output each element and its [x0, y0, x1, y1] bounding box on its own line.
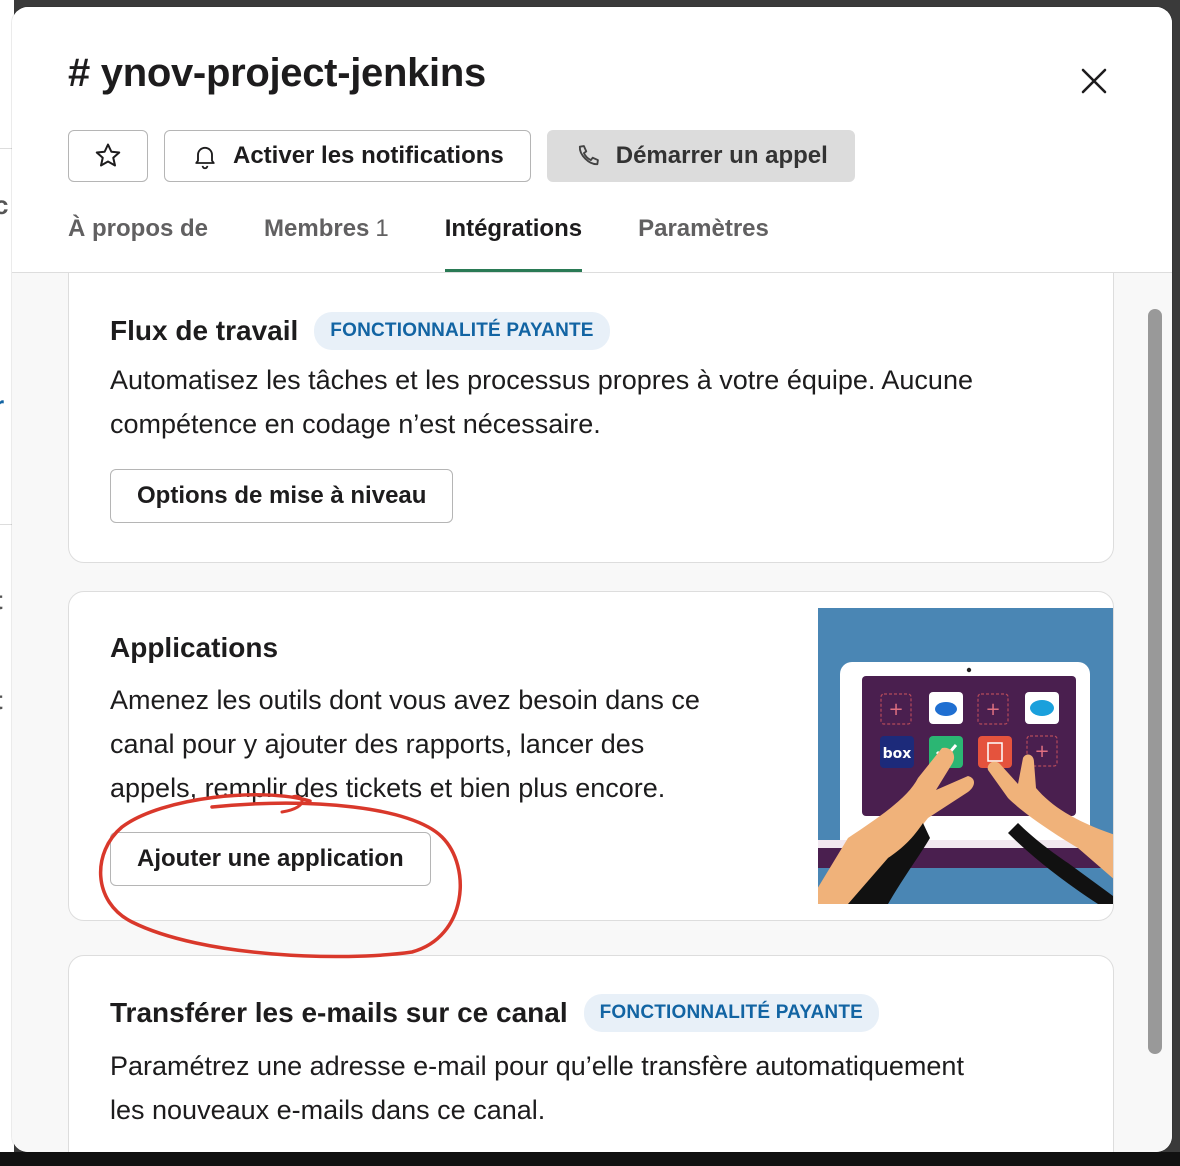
modal-header: # ynov-project-jenkins Activer les notif… — [12, 7, 1172, 273]
channel-actions: Activer les notifications Démarrer un ap… — [68, 130, 855, 182]
workflow-desc-line: Automatisez les tâches et les processus … — [110, 365, 973, 395]
tab-settings[interactable]: Paramètres — [638, 215, 769, 272]
star-icon — [95, 143, 121, 167]
apps-desc-line: appels, remplir des tickets et bien plus… — [110, 773, 666, 803]
upgrade-options-button[interactable]: Options de mise à niveau — [110, 469, 454, 523]
applications-title: Applications — [110, 632, 279, 663]
applications-card: Applications Amenez les outils dont vous… — [68, 591, 1114, 921]
phone-icon — [578, 145, 599, 166]
svg-text:+: + — [888, 699, 903, 720]
tab-integrations[interactable]: Intégrations — [444, 215, 583, 272]
tab-members-label: Membres — [264, 215, 370, 242]
tab-integrations-label: Intégrations — [444, 215, 583, 242]
members-count: 1 — [375, 215, 389, 242]
star-channel-button[interactable] — [68, 130, 148, 182]
modal-tabs: À propos de Membres 1 Intégrations Paramè… — [68, 215, 769, 272]
workflow-card: Flux de travail FONCTIONNALITÉ PAYANTE A… — [68, 273, 1114, 563]
bell-icon — [195, 146, 215, 170]
paid-feature-badge: FONCTIONNALITÉ PAYANTE — [583, 994, 879, 1032]
svg-text:+: + — [985, 699, 1000, 720]
tab-members[interactable]: Membres 1 — [264, 215, 389, 272]
apps-desc-line: Amenez les outils dont vous avez besoin … — [110, 685, 700, 715]
apps-laptop-illustration: + + box + — [818, 608, 1113, 904]
channel-details-modal: # ynov-project-jenkins Activer les notif… — [12, 7, 1172, 1152]
paid-feature-badge: FONCTIONNALITÉ PAYANTE — [314, 312, 610, 350]
applications-description: Amenez les outils dont vous avez besoin … — [110, 678, 700, 810]
workflow-description: Automatisez les tâches et les processus … — [110, 358, 973, 446]
tab-settings-label: Paramètres — [638, 215, 769, 242]
workflow-title: Flux de travail — [110, 315, 299, 346]
email-forwarding-description: Paramétrez une adresse e-mail pour qu’el… — [110, 1044, 964, 1132]
apps-desc-line: canal pour y ajouter des rapports, lance… — [110, 729, 645, 759]
add-application-button[interactable]: Ajouter une application — [110, 832, 431, 886]
enable-notifications-button[interactable]: Activer les notifications — [164, 130, 531, 182]
svg-text:+: + — [1034, 741, 1049, 762]
enable-notifications-label: Activer les notifications — [233, 142, 504, 169]
workflow-desc-line: compétence en codage n’est nécessaire. — [110, 409, 601, 439]
scrollbar-thumb[interactable] — [1148, 309, 1162, 1054]
background-bottom-bar — [0, 1152, 1180, 1166]
integrations-panel: Flux de travail FONCTIONNALITÉ PAYANTE A… — [12, 273, 1172, 1152]
email-forwarding-title: Transférer les e-mails sur ce canal — [110, 997, 568, 1028]
email-forwarding-card: Transférer les e-mails sur ce canal FONC… — [68, 955, 1114, 1152]
svg-text:box: box — [883, 746, 912, 762]
close-icon[interactable] — [1076, 63, 1112, 99]
start-call-button[interactable]: Démarrer un appel — [546, 130, 855, 182]
email-desc-line: Paramétrez une adresse e-mail pour qu’el… — [110, 1051, 964, 1081]
email-desc-line: les nouveaux e-mails dans ce canal. — [110, 1095, 546, 1125]
tab-about[interactable]: À propos de — [68, 215, 208, 272]
channel-title: # ynov-project-jenkins — [68, 51, 486, 95]
start-call-label: Démarrer un appel — [615, 142, 828, 169]
tab-about-label: À propos de — [68, 215, 209, 242]
